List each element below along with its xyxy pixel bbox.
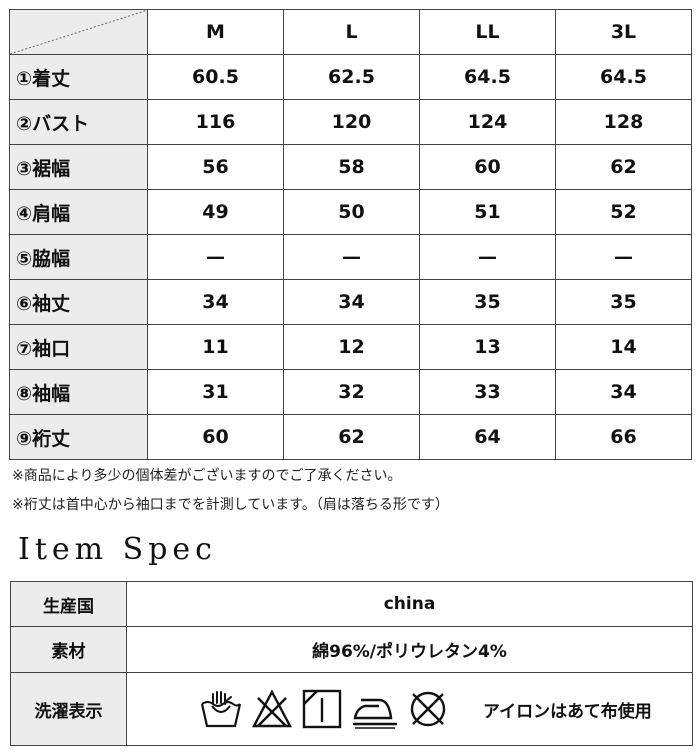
item-spec-title: Item Spec bbox=[18, 532, 217, 567]
size-row-label: ②バスト bbox=[9, 99, 148, 145]
care-note: アイロンはあて布使用 bbox=[483, 701, 652, 722]
size-row: ⑥袖丈 34 34 35 35 bbox=[9, 279, 692, 325]
size-cell: — bbox=[419, 234, 556, 280]
size-cell: 34 bbox=[147, 279, 284, 325]
size-row-label: ⑨裄丈 bbox=[9, 414, 148, 460]
size-cell: 35 bbox=[555, 279, 692, 325]
size-cell: 35 bbox=[419, 279, 556, 325]
size-row: ⑤脇幅 — — — — bbox=[9, 234, 692, 280]
size-cell: 60 bbox=[419, 144, 556, 190]
size-cell: 56 bbox=[147, 144, 284, 190]
no-dry-clean-icon bbox=[410, 691, 446, 727]
size-row-label: ⑤脇幅 bbox=[9, 234, 148, 280]
size-cell: 62 bbox=[283, 414, 420, 460]
size-col-header: L bbox=[283, 9, 420, 55]
corner-cell bbox=[9, 9, 148, 55]
size-cell: 34 bbox=[555, 369, 692, 415]
size-row: ④肩幅 49 50 51 52 bbox=[9, 189, 692, 235]
origin-label: 生産国 bbox=[10, 581, 127, 627]
spec-row-origin: 生産国 china bbox=[10, 581, 693, 627]
size-row-label: ⑦袖口 bbox=[9, 324, 148, 370]
material-label: 素材 bbox=[10, 626, 127, 673]
care-cell: アイロンはあて布使用 bbox=[126, 672, 693, 746]
size-row-label: ⑧袖幅 bbox=[9, 369, 148, 415]
size-row: ⑨裄丈 60 62 64 66 bbox=[9, 414, 692, 460]
size-cell: 32 bbox=[283, 369, 420, 415]
size-row: ⑦袖口 11 12 13 14 bbox=[9, 324, 692, 370]
size-cell: 51 bbox=[419, 189, 556, 235]
size-row: ⑧袖幅 31 32 33 34 bbox=[9, 369, 692, 415]
size-cell: 49 bbox=[147, 189, 284, 235]
material-value: 綿96%/ポリウレタン4% bbox=[126, 626, 693, 673]
size-cell: 64.5 bbox=[555, 54, 692, 100]
size-table: M L LL 3L ①着丈 60.5 62.5 64.5 64.5 ②バスト 1… bbox=[9, 9, 692, 460]
size-cell: 33 bbox=[419, 369, 556, 415]
size-cell: 128 bbox=[555, 99, 692, 145]
origin-value: china bbox=[126, 581, 693, 627]
spec-row-care: 洗濯表示 アイロンはあて布使用 bbox=[10, 672, 693, 746]
size-cell: 124 bbox=[419, 99, 556, 145]
size-cell: — bbox=[147, 234, 284, 280]
size-cell: 66 bbox=[555, 414, 692, 460]
diagonal-line bbox=[10, 10, 148, 54]
size-cell: 116 bbox=[147, 99, 284, 145]
size-cell: — bbox=[555, 234, 692, 280]
size-row: ①着丈 60.5 62.5 64.5 64.5 bbox=[9, 54, 692, 100]
size-row: ②バスト 116 120 124 128 bbox=[9, 99, 692, 145]
iron-cloth-icon bbox=[353, 698, 397, 729]
size-cell: 34 bbox=[283, 279, 420, 325]
size-cell: 13 bbox=[419, 324, 556, 370]
size-row-label: ③裾幅 bbox=[9, 144, 148, 190]
size-cell: 31 bbox=[147, 369, 284, 415]
size-row-label: ④肩幅 bbox=[9, 189, 148, 235]
size-cell: 64.5 bbox=[419, 54, 556, 100]
size-row-label: ⑥袖丈 bbox=[9, 279, 148, 325]
size-col-header: M bbox=[147, 9, 284, 55]
item-spec-table: 生産国 china 素材 綿96%/ポリウレタン4% 洗濯表示 アイロンはあて布… bbox=[10, 581, 693, 746]
size-col-header: LL bbox=[419, 9, 556, 55]
size-header-row: M L LL 3L bbox=[9, 9, 692, 55]
size-cell: 58 bbox=[283, 144, 420, 190]
size-row: ③裾幅 56 58 60 62 bbox=[9, 144, 692, 190]
size-cell: 50 bbox=[283, 189, 420, 235]
size-cell: 60.5 bbox=[147, 54, 284, 100]
size-cell: 120 bbox=[283, 99, 420, 145]
size-cell: 14 bbox=[555, 324, 692, 370]
care-label: 洗濯表示 bbox=[10, 672, 127, 746]
size-col-header: 3L bbox=[555, 9, 692, 55]
size-cell: 12 bbox=[283, 324, 420, 370]
line-dry-shade-icon bbox=[302, 689, 342, 729]
size-cell: 52 bbox=[555, 189, 692, 235]
size-cell: 11 bbox=[147, 324, 284, 370]
spec-row-material: 素材 綿96%/ポリウレタン4% bbox=[10, 626, 693, 673]
size-cell: 62 bbox=[555, 144, 692, 190]
size-cell: — bbox=[283, 234, 420, 280]
size-row-label: ①着丈 bbox=[9, 54, 148, 100]
note-measurement: ※裄丈は首中心から袖口までを計測しています。（肩は落ちる形です） bbox=[12, 497, 449, 513]
size-cell: 64 bbox=[419, 414, 556, 460]
no-bleach-icon bbox=[252, 689, 292, 728]
hand-wash-icon bbox=[200, 691, 242, 728]
size-cell: 62.5 bbox=[283, 54, 420, 100]
note-individual-difference: ※商品により多少の個体差がございますのでご了承ください。 bbox=[12, 468, 402, 484]
size-cell: 60 bbox=[147, 414, 284, 460]
